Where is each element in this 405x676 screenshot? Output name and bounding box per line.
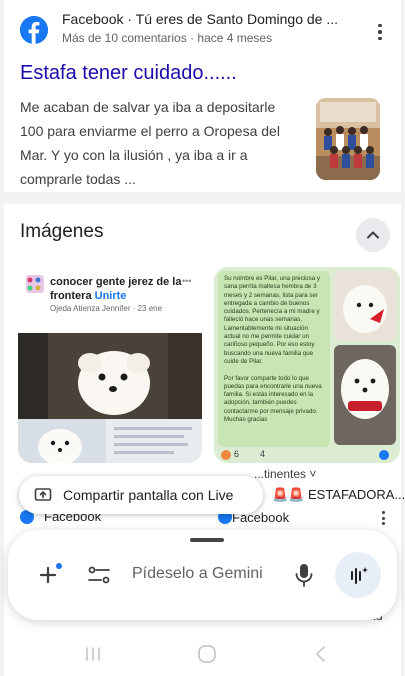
result-source-title: Facebook · Tú eres de Santo Domingo de .…: [62, 11, 339, 27]
result-source-meta: Más de 10 comentarios · hace 4 meses: [62, 31, 273, 45]
chevron-up-icon: [367, 231, 379, 239]
screen-share-icon: [34, 488, 52, 501]
gemini-live-button[interactable]: [335, 552, 381, 598]
drag-handle[interactable]: [190, 538, 224, 542]
more-options-icon[interactable]: [372, 22, 388, 42]
home-icon[interactable]: [196, 643, 218, 665]
system-navigation-bar: [4, 630, 401, 676]
back-icon[interactable]: [310, 643, 332, 665]
card2-reaction-count: 6: [234, 449, 240, 459]
recent-apps-icon[interactable]: [82, 643, 104, 665]
result-snippet: Me acaban de salvar ya iba a depositarle…: [20, 99, 280, 187]
result-title-link[interactable]: Estafa tener cuidado......: [20, 62, 237, 85]
microphone-icon[interactable]: [293, 562, 315, 588]
card1-author-line: Ojeda Atienza Jennifer · 23 ene: [50, 304, 163, 313]
tools-sliders-icon[interactable]: [86, 562, 112, 588]
gemini-input[interactable]: Pídeselo a Gemini: [132, 565, 263, 583]
result-source-row[interactable]: Facebook · Tú eres de Santo Domingo de .…: [20, 8, 390, 48]
gemini-overlay: Pídeselo a Gemini: [8, 530, 397, 620]
facebook-logo-icon: [20, 16, 48, 44]
share-screen-live-button[interactable]: Compartir pantalla con Live: [19, 476, 263, 514]
image-result-card-1[interactable]: ••• conocer gente jerez de la frontera U…: [18, 267, 202, 463]
result-thumbnail[interactable]: [316, 98, 380, 180]
collapse-images-button[interactable]: [356, 218, 390, 252]
card1-post-title: conocer gente jerez de la frontera Unirt…: [50, 276, 182, 302]
card2-caption: ...tinentes ˅: [254, 467, 317, 481]
image-result-card-2[interactable]: Su nombre es Pilar, una preciosa y sana …: [214, 267, 400, 463]
search-result-card[interactable]: Facebook · Tú eres de Santo Domingo de .…: [4, 0, 401, 192]
images-heading: Imágenes: [20, 221, 104, 242]
share-screen-label: Compartir pantalla con Live: [63, 487, 234, 503]
card2-alert-text[interactable]: 🚨🚨 ESTAFADORA...: [272, 487, 405, 503]
screen: Facebook · Tú eres de Santo Domingo de .…: [0, 0, 405, 676]
card2-chat-text: Su nombre es Pilar, una preciosa y sana …: [224, 275, 322, 424]
card2-more-options-icon[interactable]: [378, 511, 388, 527]
card1-join-link[interactable]: Unirte: [95, 290, 127, 302]
card2-comment-count: 4: [260, 449, 266, 459]
live-waveform-icon: [351, 567, 368, 584]
add-plus-icon[interactable]: [34, 560, 64, 590]
